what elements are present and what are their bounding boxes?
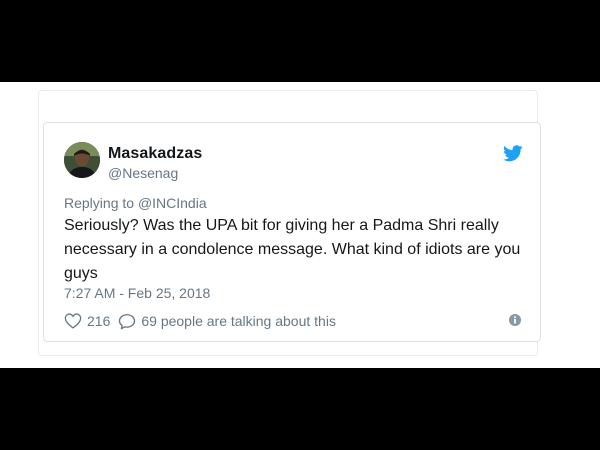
twitter-bird-icon[interactable] xyxy=(503,145,523,163)
user-avatar-icon xyxy=(64,142,100,178)
info-icon[interactable] xyxy=(508,313,522,327)
user-handle[interactable]: @Nesenag xyxy=(108,165,178,181)
top-black-band xyxy=(0,0,600,82)
like-count: 216 xyxy=(87,313,111,329)
comment-button[interactable]: 69 people are talking about this xyxy=(118,313,336,330)
display-name[interactable]: Masakadzas xyxy=(108,145,202,163)
replying-to-label: Replying to xyxy=(64,195,135,211)
tweet-timestamp[interactable]: 7:27 AM - Feb 25, 2018 xyxy=(64,285,210,301)
replying-to: Replying to @INCIndia xyxy=(64,195,207,211)
tweet-actions: 216 69 people are talking about this xyxy=(64,311,344,331)
replying-to-handle[interactable]: @INCIndia xyxy=(138,195,207,211)
tweet-text: Seriously? Was the UPA bit for giving he… xyxy=(64,217,521,282)
avatar[interactable] xyxy=(64,142,100,178)
tweet-card[interactable]: Masakadzas @Nesenag Replying to @INCIndi… xyxy=(43,122,541,342)
comment-icon xyxy=(119,313,136,329)
bottom-black-band xyxy=(0,368,600,450)
like-button[interactable]: 216 xyxy=(64,313,110,329)
talking-about-text: 69 people are talking about this xyxy=(141,313,336,329)
page-content: Masakadzas @Nesenag Replying to @INCIndi… xyxy=(0,82,600,368)
heart-icon xyxy=(64,313,82,329)
